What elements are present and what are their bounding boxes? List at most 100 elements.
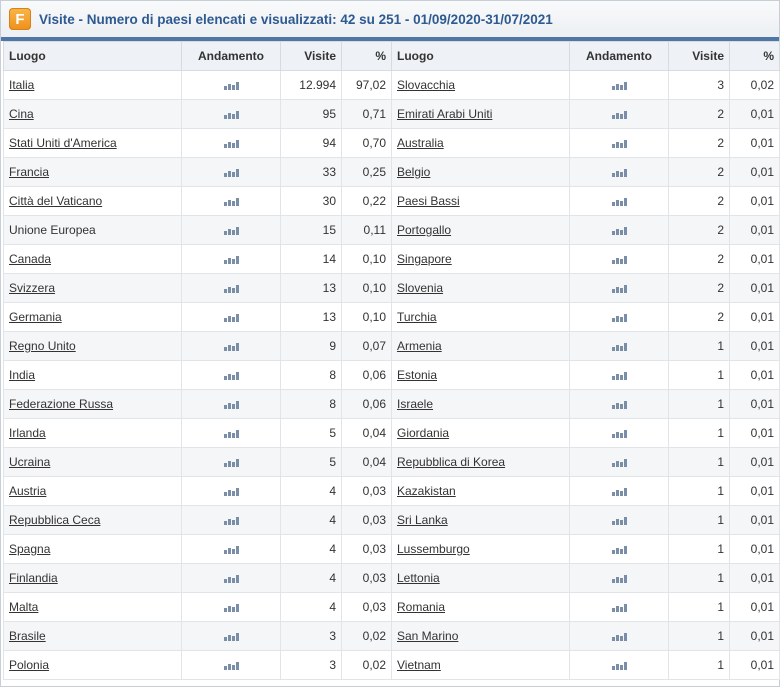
country-link[interactable]: Federazione Russa bbox=[9, 397, 113, 411]
trend-bars-icon[interactable] bbox=[611, 197, 627, 207]
country-link[interactable]: Austria bbox=[9, 484, 46, 498]
country-link[interactable]: Lussemburgo bbox=[397, 542, 470, 556]
cell-place: Israele bbox=[391, 389, 570, 419]
country-link[interactable]: Ucraina bbox=[9, 455, 50, 469]
country-link[interactable]: Belgio bbox=[397, 165, 430, 179]
trend-bars-icon[interactable] bbox=[611, 139, 627, 149]
trend-bars-icon[interactable] bbox=[611, 487, 627, 497]
trend-bars-icon[interactable] bbox=[611, 574, 627, 584]
country-link[interactable]: Stati Uniti d'America bbox=[9, 136, 117, 150]
country-link[interactable]: Città del Vaticano bbox=[9, 194, 102, 208]
trend-bars-icon[interactable] bbox=[223, 429, 239, 439]
country-link[interactable]: Turchia bbox=[397, 310, 437, 324]
trend-bars-icon[interactable] bbox=[223, 226, 239, 236]
trend-bars-icon[interactable] bbox=[223, 603, 239, 613]
trend-bars-icon[interactable] bbox=[611, 284, 627, 294]
country-link[interactable]: Repubblica Ceca bbox=[9, 513, 100, 527]
country-link[interactable]: India bbox=[9, 368, 35, 382]
trend-bars-icon[interactable] bbox=[223, 81, 239, 91]
country-link[interactable]: Emirati Arabi Uniti bbox=[397, 107, 492, 121]
trend-bars-icon[interactable] bbox=[611, 313, 627, 323]
country-link[interactable]: Portogallo bbox=[397, 223, 451, 237]
country-link[interactable]: Estonia bbox=[397, 368, 437, 382]
country-link[interactable]: Kazakistan bbox=[397, 484, 456, 498]
country-link[interactable]: Romania bbox=[397, 600, 445, 614]
trend-bars-icon[interactable] bbox=[223, 342, 239, 352]
trend-bars-icon[interactable] bbox=[223, 110, 239, 120]
country-link[interactable]: Cina bbox=[9, 107, 34, 121]
country-link[interactable]: Francia bbox=[9, 165, 49, 179]
trend-bars-icon[interactable] bbox=[611, 226, 627, 236]
country-link[interactable]: Svizzera bbox=[9, 281, 55, 295]
trend-bars-icon[interactable] bbox=[223, 400, 239, 410]
trend-bars-icon[interactable] bbox=[223, 661, 239, 671]
cell-percent: 0,01 bbox=[729, 592, 780, 622]
trend-bars-icon[interactable] bbox=[611, 458, 627, 468]
trend-bars-icon[interactable] bbox=[223, 313, 239, 323]
trend-bars-icon[interactable] bbox=[611, 603, 627, 613]
trend-bars-icon[interactable] bbox=[611, 168, 627, 178]
trend-bars-icon[interactable] bbox=[223, 371, 239, 381]
trend-bars-icon[interactable] bbox=[223, 632, 239, 642]
cell-percent: 0,10 bbox=[341, 273, 392, 303]
country-link[interactable]: Canada bbox=[9, 252, 51, 266]
trend-bars-icon[interactable] bbox=[223, 545, 239, 555]
country-link[interactable]: Malta bbox=[9, 600, 38, 614]
country-link[interactable]: Singapore bbox=[397, 252, 452, 266]
trend-bars-icon[interactable] bbox=[223, 458, 239, 468]
trend-bars-icon[interactable] bbox=[611, 516, 627, 526]
cell-percent: 0,01 bbox=[729, 360, 780, 390]
country-link[interactable]: Regno Unito bbox=[9, 339, 76, 353]
country-link[interactable]: Slovenia bbox=[397, 281, 443, 295]
trend-bars-icon[interactable] bbox=[611, 400, 627, 410]
country-link[interactable]: Italia bbox=[9, 78, 34, 92]
panel-header: F Visite - Numero di paesi elencati e vi… bbox=[1, 1, 779, 41]
cell-place: Estonia bbox=[391, 360, 570, 390]
trend-bars-icon[interactable] bbox=[611, 255, 627, 265]
cell-trend bbox=[569, 476, 669, 506]
trend-bars-icon[interactable] bbox=[223, 516, 239, 526]
trend-bars-icon[interactable] bbox=[611, 342, 627, 352]
country-link[interactable]: Irlanda bbox=[9, 426, 46, 440]
country-link[interactable]: Paesi Bassi bbox=[397, 194, 460, 208]
cell-percent: 0,01 bbox=[729, 476, 780, 506]
country-link[interactable]: Finlandia bbox=[9, 571, 58, 585]
cell-visits: 1 bbox=[668, 447, 730, 477]
trend-bars-icon[interactable] bbox=[223, 574, 239, 584]
country-link[interactable]: Vietnam bbox=[397, 658, 441, 672]
trend-bars-icon[interactable] bbox=[611, 81, 627, 91]
country-link[interactable]: Slovacchia bbox=[397, 78, 455, 92]
country-link[interactable]: Spagna bbox=[9, 542, 50, 556]
country-link[interactable]: Sri Lanka bbox=[397, 513, 448, 527]
trend-bars-icon[interactable] bbox=[611, 110, 627, 120]
country-link[interactable]: Brasile bbox=[9, 629, 46, 643]
country-link[interactable]: Giordania bbox=[397, 426, 449, 440]
cell-visits: 95 bbox=[280, 99, 342, 129]
cell-visits: 1 bbox=[668, 592, 730, 622]
cell-trend bbox=[181, 534, 281, 564]
country-link[interactable]: Israele bbox=[397, 397, 433, 411]
trend-bars-icon[interactable] bbox=[611, 545, 627, 555]
trend-bars-icon[interactable] bbox=[611, 429, 627, 439]
cell-percent: 0,01 bbox=[729, 273, 780, 303]
cell-trend bbox=[569, 360, 669, 390]
cell-percent: 0,22 bbox=[341, 186, 392, 216]
country-link[interactable]: Repubblica di Korea bbox=[397, 455, 505, 469]
trend-bars-icon[interactable] bbox=[223, 487, 239, 497]
country-link[interactable]: Germania bbox=[9, 310, 62, 324]
trend-bars-icon[interactable] bbox=[223, 197, 239, 207]
country-link[interactable]: Polonia bbox=[9, 658, 49, 672]
country-link[interactable]: Armenia bbox=[397, 339, 442, 353]
trend-bars-icon[interactable] bbox=[223, 139, 239, 149]
trend-bars-icon[interactable] bbox=[223, 168, 239, 178]
cell-trend bbox=[181, 418, 281, 448]
trend-bars-icon[interactable] bbox=[223, 255, 239, 265]
trend-bars-icon[interactable] bbox=[611, 661, 627, 671]
trend-bars-icon[interactable] bbox=[611, 371, 627, 381]
table-row: Canada 14 0,10 Singapore 2 0,01 bbox=[3, 244, 780, 274]
country-link[interactable]: Lettonia bbox=[397, 571, 440, 585]
trend-bars-icon[interactable] bbox=[611, 632, 627, 642]
trend-bars-icon[interactable] bbox=[223, 284, 239, 294]
country-link[interactable]: San Marino bbox=[397, 629, 458, 643]
country-link[interactable]: Australia bbox=[397, 136, 444, 150]
